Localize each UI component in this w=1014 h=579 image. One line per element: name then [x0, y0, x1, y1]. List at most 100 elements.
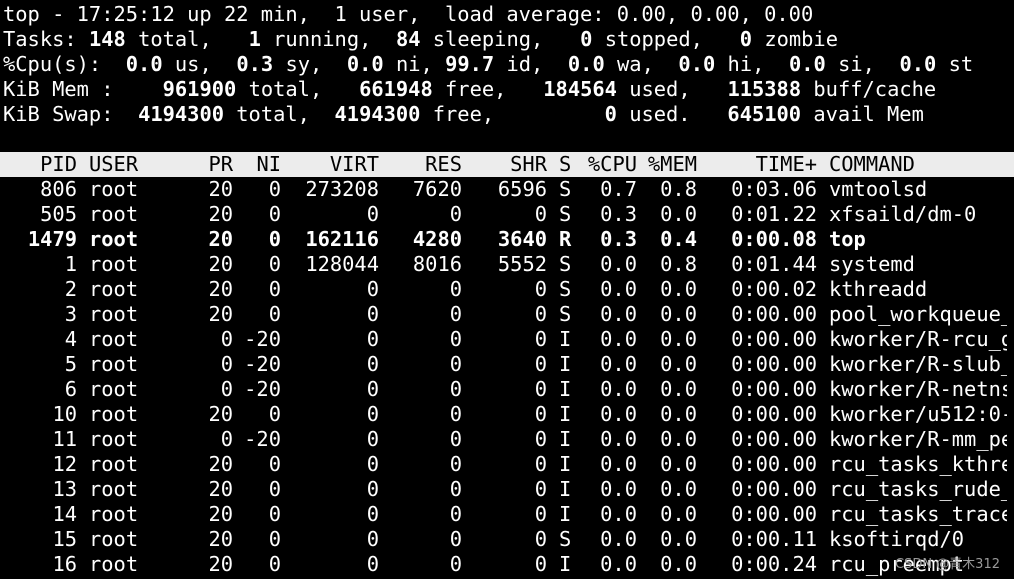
process-row[interactable]: 14 root 20 0 0 0 0 I 0.0 0.0 0:00.00 rcu_tasks_trac…: [3, 502, 1011, 527]
cell-ni: 0: [268, 227, 281, 251]
col-header-ni[interactable]: NI: [233, 152, 281, 177]
cell-res: 0: [449, 327, 462, 351]
cell-virt: 273208: [305, 177, 379, 201]
cell-pr: 20: [208, 452, 233, 476]
cell-mem: 0.0: [660, 277, 697, 301]
col-header-mem[interactable]: %MEM: [637, 152, 697, 177]
cell-shr: 0: [534, 427, 547, 451]
process-row[interactable]: 11 root 0 -20 0 0 0 I 0.0 0.0 0:00.00 kworker/R-mm_…: [3, 427, 1011, 452]
process-row[interactable]: 3 root 20 0 0 0 0 S 0.0 0.0 0:00.00 pool_workqueue_: [3, 302, 1011, 327]
cell-state: I: [559, 402, 572, 426]
cell-virt: 0: [366, 552, 379, 576]
cell-user: root: [89, 227, 139, 251]
cell-command: kworker/R-slub_: [829, 352, 1007, 376]
terminal-window[interactable]: top - 17:25:12 up 22 min, 1 user, load a…: [0, 2, 1014, 577]
process-row[interactable]: 4 root 0 -20 0 0 0 I 0.0 0.0 0:00.00 kworker/R-rcu_…: [3, 327, 1011, 352]
cell-virt: 0: [366, 477, 379, 501]
cell-res: 0: [449, 202, 462, 226]
col-header-s[interactable]: S: [547, 152, 584, 177]
cell-pr: 20: [208, 277, 233, 301]
cell-pid: 15: [52, 527, 77, 551]
process-row[interactable]: 10 root 20 0 0 0 0 I 0.0 0.0 0:00.00 kworker/u512:0…: [3, 402, 1011, 427]
process-row[interactable]: 806 root 20 0 273208 7620 6596 S 0.7 0.8 0:03.06 vm…: [3, 177, 1011, 202]
cell-pr: 0: [220, 427, 233, 451]
tasks-stopped: 0: [580, 27, 593, 51]
cell-pid: 4: [64, 327, 77, 351]
process-row[interactable]: 16 root 20 0 0 0 0 I 0.0 0.0 0:00.24 rcu_preempt: [3, 552, 1011, 577]
cell-state: S: [559, 202, 572, 226]
cell-time: 0:01.44: [731, 252, 817, 276]
process-row[interactable]: 1 root 20 0 128044 8016 5552 S 0.0 0.8 0:01.44 syst…: [3, 252, 1011, 277]
cell-user: root: [89, 377, 139, 401]
col-header-pr[interactable]: PR: [187, 152, 233, 177]
cell-ni: 0: [268, 477, 281, 501]
cell-command: ksoftirqd/0: [829, 527, 965, 551]
cell-cpu: 0.0: [600, 527, 637, 551]
mem-total-label: total,: [248, 77, 323, 101]
cell-pid: 16: [52, 552, 77, 576]
cell-ni: 0: [268, 202, 281, 226]
cell-state: I: [559, 377, 572, 401]
cpu-id: 99.7: [445, 52, 495, 76]
cell-ni: 0: [268, 502, 281, 526]
cell-cpu: 0.0: [600, 252, 637, 276]
cell-res: 0: [449, 552, 462, 576]
mem-buff-cache: 115388: [727, 77, 802, 101]
cell-pr: 20: [208, 252, 233, 276]
watermark: CSDN @青木312: [894, 557, 1000, 572]
cell-user: root: [89, 302, 139, 326]
col-header-time[interactable]: TIME+: [697, 152, 817, 177]
cell-pr: 20: [208, 502, 233, 526]
process-row[interactable]: 1479 root 20 0 162116 4280 3640 R 0.3 0.4 0:00.08 t…: [3, 227, 1011, 252]
mem-label: KiB Mem :: [3, 77, 114, 101]
cell-shr: 0: [534, 277, 547, 301]
process-row[interactable]: 13 root 20 0 0 0 0 I 0.0 0.0 0:00.00 rcu_tasks_rude…: [3, 477, 1011, 502]
cpu-st: 0.0: [899, 52, 937, 76]
col-header-shr[interactable]: SHR: [462, 152, 547, 177]
cell-shr: 0: [534, 402, 547, 426]
col-header-pid[interactable]: PID: [3, 152, 77, 177]
cell-cpu: 0.0: [600, 302, 637, 326]
cell-cpu: 0.0: [600, 277, 637, 301]
cell-pid: 1: [64, 252, 77, 276]
process-table-header[interactable]: PID USER PR NI VIRT RES SHR S %CPU %MEM TIME+ COMMA…: [0, 152, 1014, 177]
cpu-sy-label: sy,: [285, 52, 323, 76]
col-header-virt[interactable]: VIRT: [281, 152, 379, 177]
cell-pid: 11: [52, 427, 77, 451]
cell-shr: 6596: [497, 177, 547, 201]
process-row[interactable]: 6 root 0 -20 0 0 0 I 0.0 0.0 0:00.00 kworker/R-netn…: [3, 377, 1011, 402]
process-row[interactable]: 5 root 0 -20 0 0 0 I 0.0 0.0 0:00.00 kworker/R-slub…: [3, 352, 1011, 377]
cell-ni: -20: [244, 377, 281, 401]
cell-time: 0:00.00: [731, 327, 817, 351]
cell-ni: 0: [268, 552, 281, 576]
col-header-user[interactable]: USER: [77, 152, 187, 177]
cell-res: 0: [449, 502, 462, 526]
process-row[interactable]: 2 root 20 0 0 0 0 S 0.0 0.0 0:00.02 kthreadd: [3, 277, 1011, 302]
cell-time: 0:00.02: [731, 277, 817, 301]
cell-res: 0: [449, 352, 462, 376]
cell-pid: 10: [52, 402, 77, 426]
cell-mem: 0.0: [660, 427, 697, 451]
tasks-total-label: total,: [138, 27, 212, 51]
process-row[interactable]: 12 root 20 0 0 0 0 I 0.0 0.0 0:00.00 rcu_tasks_kthr…: [3, 452, 1011, 477]
cell-user: root: [89, 352, 139, 376]
col-header-cpu[interactable]: %CPU: [584, 152, 637, 177]
cell-shr: 3640: [497, 227, 547, 251]
process-row[interactable]: 15 root 20 0 0 0 0 S 0.0 0.0 0:00.11 ksoftirqd/0: [3, 527, 1011, 552]
process-row[interactable]: 505 root 20 0 0 0 0 S 0.3 0.0 0:01.22 xfsaild/dm-0: [3, 202, 1011, 227]
swap-total-label: total,: [236, 102, 310, 126]
cell-pr: 20: [208, 177, 233, 201]
col-header-command[interactable]: COMMAND: [817, 152, 1007, 177]
cell-time: 0:00.11: [731, 527, 817, 551]
cell-time: 0:00.08: [731, 227, 817, 251]
cell-mem: 0.8: [660, 252, 697, 276]
mem-total: 961900: [162, 77, 237, 101]
cell-command: kworker/u512:0-: [829, 402, 1007, 426]
cell-virt: 0: [366, 327, 379, 351]
cell-virt: 162116: [305, 227, 379, 251]
cell-state: R: [559, 227, 572, 251]
cell-ni: -20: [244, 352, 281, 376]
mem-free-label: free,: [445, 77, 507, 101]
col-header-res[interactable]: RES: [379, 152, 462, 177]
process-table-body: 806 root 20 0 273208 7620 6596 S 0.7 0.8 0:03.06 vm…: [3, 177, 1011, 577]
